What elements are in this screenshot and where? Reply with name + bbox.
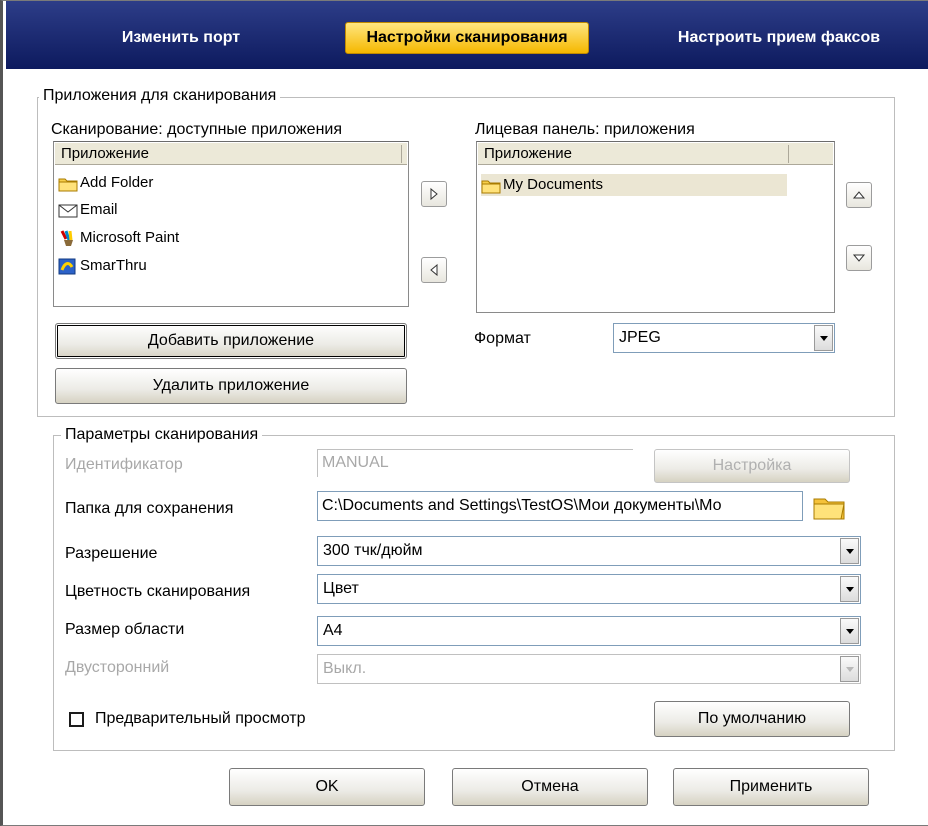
color-label: Цветность сканирования — [65, 583, 251, 600]
move-up-button[interactable] — [846, 182, 872, 208]
list-item-paint[interactable]: Microsoft Paint — [58, 227, 179, 249]
panel-apps-list[interactable]: Приложение My Documents — [476, 141, 835, 313]
chevron-down-icon[interactable] — [840, 538, 859, 564]
resolution-select[interactable]: 300 тчк/дюйм — [317, 536, 861, 566]
chevron-down-icon[interactable] — [840, 576, 859, 602]
resolution-label: Разрешение — [65, 545, 158, 562]
paint-icon — [58, 229, 78, 247]
arrow-right-icon — [430, 187, 438, 201]
available-apps-column: Приложение — [61, 145, 149, 162]
folder-icon — [481, 177, 501, 194]
envelope-icon — [58, 202, 78, 219]
format-label: Формат — [474, 330, 531, 347]
duplex-label: Двусторонний — [65, 659, 170, 676]
list-item-label: SmarThru — [80, 257, 147, 274]
scan-group-legend: Параметры сканирования — [61, 426, 263, 444]
folder-browse-icon[interactable] — [812, 493, 848, 526]
list-item-label: My Documents — [503, 176, 604, 193]
dialog-window: Изменить порт Настройки сканирования Нас… — [0, 0, 928, 826]
available-apps-header: Приложение — [55, 143, 407, 165]
apply-button[interactable]: Применить — [673, 768, 869, 806]
panel-apps-label: Лицевая панель: приложения — [475, 121, 695, 138]
available-apps-list[interactable]: Приложение Add Folder Email Microsoft Pa… — [53, 141, 409, 307]
size-value: A4 — [323, 622, 343, 639]
color-value: Цвет — [323, 580, 359, 597]
add-app-button[interactable]: Добавить приложение — [55, 323, 407, 359]
duplex-select[interactable]: Выкл. — [317, 654, 861, 684]
chevron-down-icon[interactable] — [840, 656, 859, 682]
id-field[interactable]: MANUAL — [317, 449, 633, 477]
setup-button[interactable]: Настройка — [654, 449, 850, 483]
preview-checkbox[interactable] — [69, 712, 84, 727]
cancel-button[interactable]: Отмена — [452, 768, 648, 806]
apps-group-legend: Приложения для сканирования — [39, 87, 281, 105]
folder-label: Папка для сохранения — [65, 500, 234, 517]
tab-change-port[interactable]: Изменить порт — [96, 23, 266, 53]
arrow-left-icon — [430, 263, 438, 277]
remove-app-button[interactable]: Удалить приложение — [55, 368, 407, 404]
list-item-add-folder[interactable]: Add Folder — [58, 172, 153, 194]
arrow-down-icon — [852, 254, 866, 262]
move-right-button[interactable] — [421, 181, 447, 207]
panel-apps-column: Приложение — [484, 145, 572, 162]
preview-label: Предварительный просмотр — [95, 710, 306, 727]
ok-button[interactable]: OK — [229, 768, 425, 806]
tab-bar: Изменить порт Настройки сканирования Нас… — [6, 1, 928, 69]
list-item-label: Add Folder — [80, 174, 154, 191]
move-down-button[interactable] — [846, 245, 872, 271]
resolution-value: 300 тчк/дюйм — [323, 542, 423, 559]
size-select[interactable]: A4 — [317, 616, 861, 646]
arrow-up-icon — [852, 191, 866, 199]
panel-apps-header: Приложение — [478, 143, 833, 165]
tab-scan-settings[interactable]: Настройки сканирования — [345, 22, 589, 54]
list-item-smarthru[interactable]: SmarThru — [58, 255, 147, 277]
id-label: Идентификатор — [65, 456, 183, 473]
list-item-label: Email — [80, 201, 118, 218]
format-value: JPEG — [619, 329, 661, 346]
list-item-label: Microsoft Paint — [80, 229, 180, 246]
folder-path-field[interactable]: C:\Documents and Settings\TestOS\Мои док… — [317, 491, 803, 521]
duplex-value: Выкл. — [323, 660, 367, 677]
tab-fax-receive[interactable]: Настроить прием факсов — [654, 23, 904, 53]
list-item-my-documents[interactable]: My Documents — [481, 174, 787, 196]
size-label: Размер области — [65, 621, 185, 638]
color-select[interactable]: Цвет — [317, 574, 861, 604]
list-item-email[interactable]: Email — [58, 199, 118, 221]
smarthru-icon — [58, 258, 78, 275]
chevron-down-icon[interactable] — [814, 325, 833, 351]
folder-icon — [58, 175, 78, 192]
chevron-down-icon[interactable] — [840, 618, 859, 644]
default-button[interactable]: По умолчанию — [654, 701, 850, 737]
move-left-button[interactable] — [421, 257, 447, 283]
format-select[interactable]: JPEG — [613, 323, 835, 353]
available-apps-label: Сканирование: доступные приложения — [51, 121, 343, 138]
